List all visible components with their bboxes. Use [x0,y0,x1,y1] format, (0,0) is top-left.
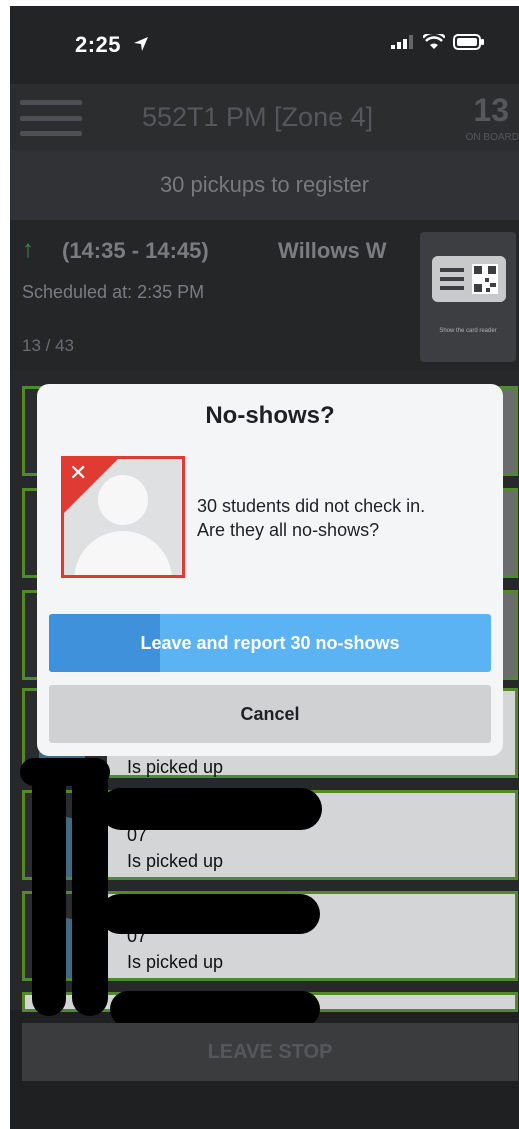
student-status: Is picked up [127,851,224,871]
student-status: Is picked up [127,757,224,777]
onboard-count-value: 13 [473,92,509,128]
dialog-message: 30 students did not check in. Are they a… [197,494,487,542]
location-arrow-icon [133,37,148,51]
app-header: 552T1 PM [Zone 4] 13 ON BOARD [10,84,519,150]
close-x-icon: ✕ [69,460,88,485]
route-title: 552T1 PM [Zone 4] [142,102,374,132]
report-button-label: Leave and report 30 no-shows [140,632,400,653]
pickups-bar: 30 pickups to register [10,150,519,220]
wifi-icon [423,34,445,49]
stop-info: ↑ (14:35 - 14:45) Willows W Scheduled at… [10,220,519,370]
leave-stop-button[interactable]: LEAVE STOP [22,1023,518,1081]
battery-icon [453,34,484,50]
stop-name: Willows W [278,238,387,263]
no-show-avatar: ✕ [61,456,185,578]
hamburger-menu-icon[interactable] [20,100,82,136]
redaction-scribble [20,758,110,786]
progress-count: 13 / 43 [22,336,74,355]
redaction-scribble [32,758,66,1016]
student-status: Is picked up [127,952,224,972]
leave-and-report-button[interactable]: Leave and report 30 no-shows [49,614,491,672]
cancel-button[interactable]: Cancel [49,685,491,743]
onboard-label: ON BOARD [465,132,519,143]
arrow-up-icon: ↑ [22,236,34,263]
cellular-signal-icon [391,35,413,49]
cancel-button-label: Cancel [240,703,300,724]
phone-screen: 2:25 552T1 PM [Zone 4] 13 ON BOARD 30 pi… [10,6,519,1129]
card-reader-button[interactable]: Show the card reader [420,232,516,362]
status-time: 2:25 [75,32,150,58]
no-shows-dialog: No-shows? ✕ 30 students did not check in… [37,384,503,756]
redaction-scribble [100,788,322,830]
status-bar: 2:25 [10,6,519,84]
status-time-text: 2:25 [75,32,122,57]
redaction-scribble [110,991,320,1027]
status-icons [391,34,485,50]
card-reader-icon [432,256,506,302]
dialog-message-line1: 30 students did not check in. [197,496,426,516]
stop-time-window: (14:35 - 14:45) [62,238,209,263]
dialog-message-line2: Are they all no-shows? [197,520,380,540]
onboard-count: 13 [473,92,509,129]
card-reader-label: Show the card reader [439,328,497,334]
redaction-scribble [100,894,320,934]
leave-stop-label: LEAVE STOP [207,1040,333,1063]
pickups-text: 30 pickups to register [159,172,370,197]
dialog-title: No-shows? [205,402,335,429]
scheduled-time: Scheduled at: 2:35 PM [22,282,205,302]
